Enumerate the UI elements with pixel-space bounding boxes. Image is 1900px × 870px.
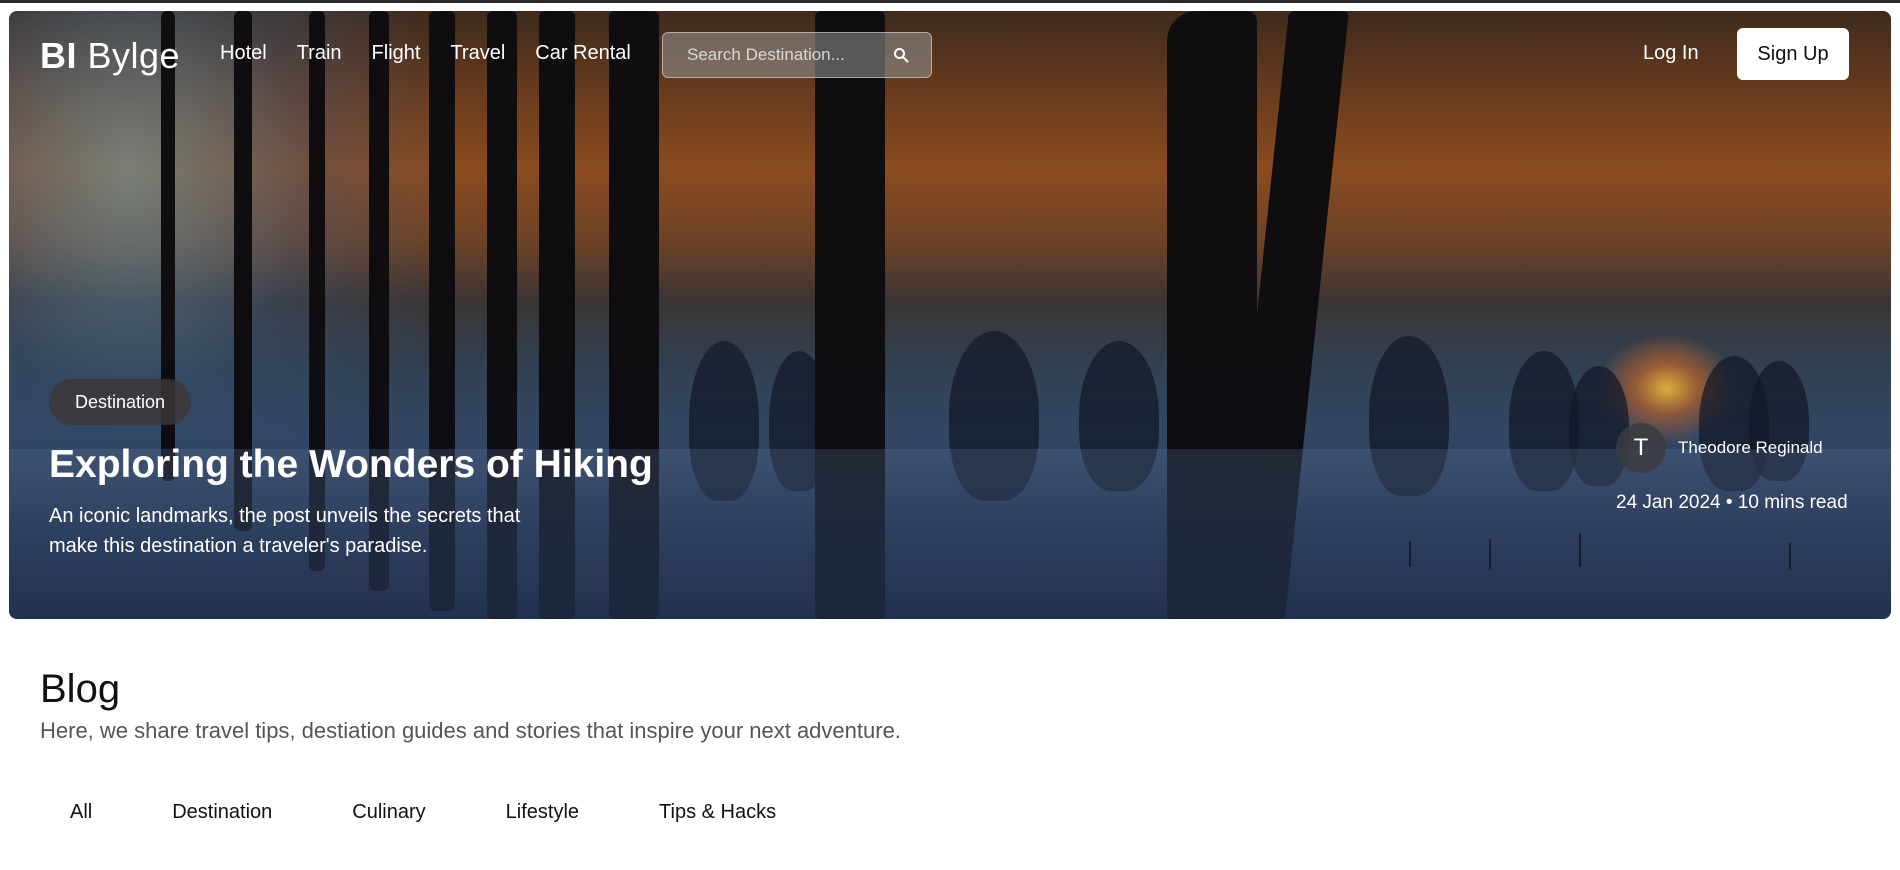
- window-top-border: [0, 0, 1900, 10]
- logo[interactable]: BI Bylge: [40, 35, 180, 77]
- page-title: Blog: [40, 667, 121, 711]
- page-subtitle: Here, we share travel tips, destiation g…: [40, 718, 901, 743]
- post-meta: 24 Jan 2024 • 10 mins read: [1616, 492, 1848, 513]
- hero-banner: BI Bylge Hotel Train Flight Travel Car R…: [9, 11, 1891, 619]
- tab-destination[interactable]: Destination: [142, 790, 302, 834]
- login-button[interactable]: Log In: [1643, 42, 1699, 65]
- tab-culinary[interactable]: Culinary: [322, 790, 455, 834]
- nav-link-travel[interactable]: Travel: [450, 42, 505, 65]
- search-icon[interactable]: [893, 47, 909, 63]
- nav-link-car-rental[interactable]: Car Rental: [535, 42, 631, 65]
- logo-name: Bylge: [87, 35, 181, 76]
- author-info: T Theodore Reginald: [1616, 423, 1823, 473]
- hero-description: An iconic landmarks, the post unveils th…: [49, 505, 521, 557]
- category-badge[interactable]: Destination: [49, 379, 192, 425]
- tab-lifestyle[interactable]: Lifestyle: [476, 790, 609, 834]
- nav-links: Hotel Train Flight Travel Car Rental: [220, 42, 661, 65]
- signup-button[interactable]: Sign Up: [1737, 28, 1849, 80]
- nav-link-hotel[interactable]: Hotel: [220, 42, 267, 65]
- category-tabs: All Destination Culinary Lifestyle Tips …: [40, 790, 826, 834]
- nav-link-flight[interactable]: Flight: [372, 42, 421, 65]
- tab-tips-hacks[interactable]: Tips & Hacks: [629, 790, 806, 834]
- nav-link-train[interactable]: Train: [297, 42, 342, 65]
- search-box: [662, 32, 932, 78]
- author-name: Theodore Reginald: [1678, 438, 1823, 457]
- top-navigation: BI Bylge Hotel Train Flight Travel Car R…: [9, 11, 1891, 91]
- search-input[interactable]: [663, 33, 893, 77]
- tab-all[interactable]: All: [40, 790, 122, 834]
- avatar: T: [1616, 423, 1666, 473]
- logo-mark: BI: [40, 35, 77, 76]
- hero-title[interactable]: Exploring the Wonders of Hiking: [49, 443, 653, 487]
